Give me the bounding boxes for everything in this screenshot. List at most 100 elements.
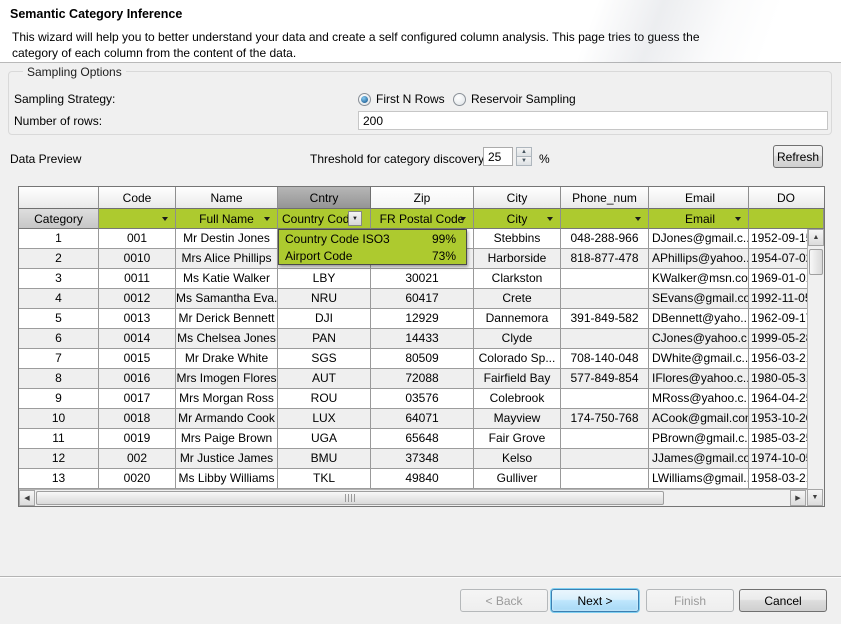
radio-first-n-rows-label[interactable]: First N Rows	[376, 92, 445, 106]
cell-name: Mr Derick Bennett	[176, 309, 278, 329]
column-header-zip[interactable]: Zip	[371, 187, 474, 209]
column-header-code[interactable]: Code	[99, 187, 176, 209]
cell-code: 002	[99, 449, 176, 469]
description-line-2: category of each column from the content…	[12, 46, 296, 60]
cell-rownum: 4	[19, 289, 99, 309]
category-select-cntry-value: Country Code ISO3	[278, 212, 348, 226]
table-row[interactable]: 90017Mrs Morgan RossROU03576ColebrookMRo…	[19, 389, 824, 409]
dropdown-option-country-code-iso3[interactable]: Country Code ISO3 99%	[279, 230, 466, 247]
column-header-blank[interactable]	[19, 187, 99, 209]
chevron-down-icon	[547, 217, 553, 221]
column-header-city[interactable]: City	[474, 187, 561, 209]
cell-email: KWalker@msn.com	[649, 269, 749, 289]
cell-cntry: NRU	[278, 289, 371, 309]
category-select-cntry[interactable]: Country Code ISO3 ▼	[278, 209, 371, 229]
data-preview-table: Code Name Cntry Zip City Phone_num Email…	[18, 186, 825, 507]
cell-email: ACook@gmail.com	[649, 409, 749, 429]
radio-reservoir-sampling[interactable]	[453, 93, 466, 106]
cancel-button[interactable]: Cancel	[739, 589, 827, 612]
horizontal-scroll-thumb[interactable]	[36, 491, 664, 505]
table-row[interactable]: 40012Ms Samantha Eva...NRU60417CreteSEva…	[19, 289, 824, 309]
cell-code: 0012	[99, 289, 176, 309]
cell-name: Mr Drake White	[176, 349, 278, 369]
scroll-up-button[interactable]: ▲	[808, 229, 824, 246]
cell-rownum: 7	[19, 349, 99, 369]
table-row[interactable]: 50013Mr Derick BennettDJI12929Dannemora3…	[19, 309, 824, 329]
cell-city: Fair Grove	[474, 429, 561, 449]
category-select-phone[interactable]	[561, 209, 649, 229]
cell-rownum: 6	[19, 329, 99, 349]
table-row[interactable]: 12002Mr Justice JamesBMU37348KelsoJJames…	[19, 449, 824, 469]
cell-zip: 37348	[371, 449, 474, 469]
cell-name: Mr Armando Cook	[176, 409, 278, 429]
table-row[interactable]: 30011Ms Katie WalkerLBY30021ClarkstonKWa…	[19, 269, 824, 289]
thumb-grip	[345, 494, 355, 502]
next-button[interactable]: Next >	[551, 589, 639, 612]
cell-city: Kelso	[474, 449, 561, 469]
cell-email: PBrown@gmail.c...	[649, 429, 749, 449]
category-row-header: Category	[19, 209, 99, 229]
threshold-input[interactable]	[483, 147, 513, 166]
cell-email: DBennett@yaho...	[649, 309, 749, 329]
cell-city: Harborside	[474, 249, 561, 269]
cell-zip: 60417	[371, 289, 474, 309]
category-select-zip[interactable]: FR Postal Code	[371, 209, 474, 229]
category-select-name[interactable]: Full Name	[176, 209, 278, 229]
chevron-down-icon	[635, 217, 641, 221]
cell-zip: 14433	[371, 329, 474, 349]
cell-phone	[561, 269, 649, 289]
table-row[interactable]: 100018Mr Armando CookLUX64071Mayview174-…	[19, 409, 824, 429]
cell-city: Gulliver	[474, 469, 561, 489]
dropdown-option-airport-code[interactable]: Airport Code 73%	[279, 247, 466, 264]
column-header-dob[interactable]: DO	[749, 187, 824, 209]
column-header-cntry[interactable]: Cntry	[278, 187, 371, 209]
column-header-name[interactable]: Name	[176, 187, 278, 209]
spinner-down-button[interactable]: ▼	[516, 156, 532, 166]
column-header-email[interactable]: Email	[649, 187, 749, 209]
radio-first-n-rows[interactable]	[358, 93, 371, 106]
table-header-row: Code Name Cntry Zip City Phone_num Email…	[19, 187, 824, 209]
category-select-dob[interactable]	[749, 209, 824, 229]
cell-phone	[561, 469, 649, 489]
category-dropdown-popup: Country Code ISO3 99% Airport Code 73%	[278, 229, 467, 265]
table-row[interactable]: 70015Mr Drake WhiteSGS80509Colorado Sp..…	[19, 349, 824, 369]
category-select-zip-value: FR Postal Code	[380, 212, 465, 226]
cell-rownum: 11	[19, 429, 99, 449]
horizontal-scrollbar[interactable]: ◀ ▶	[19, 489, 807, 506]
cell-cntry: TKL	[278, 469, 371, 489]
table-row[interactable]: 110019Mrs Paige BrownUGA65648Fair GroveP…	[19, 429, 824, 449]
category-select-email[interactable]: Email	[649, 209, 749, 229]
scroll-right-button[interactable]: ▶	[790, 490, 806, 506]
cell-name: Ms Chelsea Jones	[176, 329, 278, 349]
category-select-city[interactable]: City	[474, 209, 561, 229]
scroll-left-button[interactable]: ◀	[19, 490, 35, 506]
footer-separator	[0, 576, 841, 578]
dropdown-option-label: Country Code ISO3	[285, 232, 390, 246]
cell-cntry: UGA	[278, 429, 371, 449]
table-row[interactable]: 60014Ms Chelsea JonesPAN14433ClydeCJones…	[19, 329, 824, 349]
cell-city: Mayview	[474, 409, 561, 429]
refresh-button[interactable]: Refresh	[773, 145, 823, 168]
table-row[interactable]: 80016Mrs Imogen FloresAUT72088Fairfield …	[19, 369, 824, 389]
dropdown-option-confidence: 73%	[432, 249, 456, 263]
scroll-down-button[interactable]: ▼	[807, 489, 823, 506]
category-row: Category Full Name Country Code ISO3 ▼ F…	[19, 209, 824, 229]
vertical-scroll-thumb[interactable]	[809, 249, 823, 275]
chevron-down-icon	[735, 217, 741, 221]
table-row[interactable]: 130020Ms Libby WilliamsTKL49840GulliverL…	[19, 469, 824, 489]
category-select-code[interactable]	[99, 209, 176, 229]
combo-drop-button[interactable]: ▼	[348, 211, 362, 226]
column-header-phone-num[interactable]: Phone_num	[561, 187, 649, 209]
scroll-up-icon: ▲	[813, 234, 820, 241]
cell-phone	[561, 389, 649, 409]
number-of-rows-input[interactable]	[358, 111, 828, 130]
cell-city: Dannemora	[474, 309, 561, 329]
cell-code: 0019	[99, 429, 176, 449]
radio-reservoir-sampling-label[interactable]: Reservoir Sampling	[471, 92, 576, 106]
cell-phone: 708-140-048	[561, 349, 649, 369]
cell-code: 0014	[99, 329, 176, 349]
cell-rownum: 9	[19, 389, 99, 409]
table-rows: 1001Mr Destin JonesStebbins048-288-966DJ…	[19, 229, 824, 489]
vertical-scrollbar[interactable]: ▲	[807, 229, 824, 489]
cell-code: 0017	[99, 389, 176, 409]
